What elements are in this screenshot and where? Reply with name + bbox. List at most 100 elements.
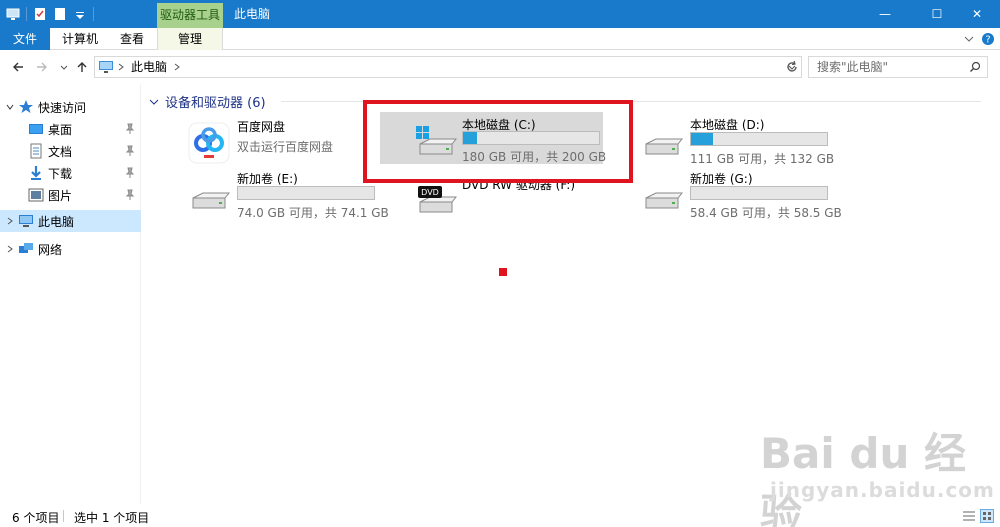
drive-f-item[interactable]: DVD DVD RW 驱动器 (F:)	[380, 176, 620, 238]
tab-file[interactable]: 文件	[0, 28, 50, 50]
pin-icon[interactable]	[125, 123, 135, 135]
watermark-url: jingyan.baidu.com	[770, 478, 995, 502]
chevron-right-icon[interactable]	[6, 245, 14, 253]
sidebar-item-quick-access[interactable]: 快速访问	[0, 96, 141, 118]
sidebar-item-this-pc[interactable]: 此电脑	[0, 210, 141, 232]
address-bar[interactable]: 此电脑	[94, 56, 802, 78]
back-button[interactable]	[10, 59, 26, 75]
navigation-pane: 快速访问 桌面 文档 下载 图片 此电脑 网络	[0, 84, 141, 504]
refresh-icon	[787, 60, 797, 72]
search-placeholder: 搜索"此电脑"	[817, 60, 889, 74]
sidebar-item-label: 图片	[48, 188, 73, 203]
baidu-netdisk-name: 百度网盘	[237, 120, 286, 134]
sidebar-item-desktop[interactable]: 桌面	[0, 118, 141, 140]
recent-locations-button[interactable]	[56, 59, 72, 75]
window-title: 此电脑	[234, 7, 271, 21]
watermark-logo: Bai du 经验	[760, 429, 966, 527]
baidu-netdisk-subtitle: 双击运行百度网盘	[237, 140, 334, 154]
search-icon[interactable]	[969, 61, 981, 73]
pin-icon[interactable]	[125, 189, 135, 201]
navigation-row: 此电脑 搜索"此电脑"	[0, 50, 1000, 84]
minimize-icon: —	[879, 7, 891, 21]
svg-text:?: ?	[985, 35, 990, 46]
download-icon	[31, 166, 41, 180]
annotation-red-dot	[499, 268, 507, 276]
expand-ribbon-icon[interactable]	[962, 32, 976, 46]
computer-icon	[99, 61, 113, 73]
sidebar-item-label: 网络	[38, 242, 63, 257]
sidebar-item-pictures[interactable]: 图片	[0, 184, 141, 206]
drive-e-item[interactable]: 新加卷 (E:) 74.0 GB 可用，共 74.1 GB	[153, 170, 393, 232]
drive-usage-bar	[690, 132, 828, 146]
desktop-icon	[29, 124, 43, 134]
drive-space-text: 58.4 GB 可用，共 58.5 GB	[690, 206, 842, 220]
tab-manage[interactable]: 管理	[157, 28, 223, 50]
hard-drive-icon	[645, 192, 684, 209]
status-separator	[63, 510, 64, 522]
tab-computer[interactable]: 计算机	[55, 28, 105, 50]
dvd-label: DVD	[421, 188, 439, 197]
hard-drive-icon	[645, 138, 684, 155]
drive-usage-bar	[690, 186, 828, 200]
sidebar-item-label: 此电脑	[38, 214, 75, 229]
drive-g-item[interactable]: 新加卷 (G:) 58.4 GB 可用，共 58.5 GB	[606, 170, 846, 232]
sidebar-item-network[interactable]: 网络	[0, 238, 141, 260]
pin-icon[interactable]	[125, 145, 135, 157]
qat-separator	[93, 7, 94, 21]
dvd-drive-icon: DVD	[418, 186, 458, 213]
back-arrow-icon	[13, 62, 23, 72]
qat-separator	[26, 7, 27, 21]
close-button[interactable]: ✕	[954, 0, 1000, 28]
chevron-down-icon	[60, 65, 68, 70]
properties-icon[interactable]	[33, 7, 47, 21]
sidebar-item-label: 桌面	[48, 122, 73, 137]
network-icon	[19, 243, 33, 253]
forward-arrow-icon	[37, 62, 47, 72]
sidebar-item-label: 快速访问	[38, 100, 87, 115]
customize-qat-icon[interactable]	[73, 7, 87, 21]
search-input[interactable]: 搜索"此电脑"	[808, 56, 988, 78]
chevron-right-icon[interactable]	[173, 63, 181, 71]
ribbon-tabs: 文件 计算机 查看 管理 ?	[0, 28, 1000, 50]
computer-icon[interactable]	[6, 7, 20, 21]
item-count: 6 个项目	[12, 511, 60, 525]
sidebar-item-label: 下载	[48, 166, 73, 181]
pictures-icon	[28, 188, 44, 202]
minimize-button[interactable]: —	[862, 0, 908, 28]
drive-tools-context-tab: 驱动器工具	[157, 3, 223, 28]
title-bar: 驱动器工具 此电脑 — ☐ ✕	[0, 0, 1000, 28]
chevron-right-icon[interactable]	[6, 217, 14, 225]
up-arrow-icon	[77, 62, 87, 72]
tab-view[interactable]: 查看	[110, 28, 154, 50]
maximize-icon: ☐	[931, 7, 943, 21]
chevron-down-icon[interactable]	[6, 103, 14, 111]
new-folder-icon[interactable]	[53, 7, 67, 21]
group-title: 设备和驱动器 (6)	[165, 96, 266, 111]
drive-space-text: 74.0 GB 可用，共 74.1 GB	[237, 206, 389, 220]
baidu-netdisk-icon	[188, 122, 230, 164]
hard-drive-icon	[192, 192, 231, 209]
chevron-right-icon[interactable]	[117, 63, 125, 71]
drive-d-item[interactable]: 本地磁盘 (D:) 111 GB 可用，共 132 GB	[606, 116, 846, 178]
up-button[interactable]	[74, 59, 90, 75]
breadcrumb[interactable]: 此电脑	[131, 57, 167, 77]
selected-count: 选中 1 个项目	[74, 511, 150, 525]
star-icon	[19, 100, 33, 113]
forward-button[interactable]	[34, 59, 50, 75]
sidebar-item-downloads[interactable]: 下载	[0, 162, 141, 184]
close-icon: ✕	[971, 7, 983, 21]
group-header[interactable]: 设备和驱动器 (6)	[149, 92, 266, 111]
annotation-highlight-box	[363, 100, 633, 183]
drive-usage-bar	[237, 186, 375, 200]
drive-usage-fill	[691, 133, 713, 145]
drive-name: 新加卷 (G:)	[690, 172, 753, 186]
computer-icon	[19, 215, 33, 227]
refresh-button[interactable]	[783, 59, 801, 75]
pin-icon[interactable]	[125, 167, 135, 179]
help-icon[interactable]: ?	[981, 32, 995, 46]
sidebar-item-label: 文档	[48, 144, 73, 159]
quick-access-toolbar	[6, 6, 94, 22]
drive-space-text: 111 GB 可用，共 132 GB	[690, 152, 835, 166]
baidu-jingyan-watermark: Bai du 经验 jingyan.baidu.com	[760, 420, 994, 527]
sidebar-item-documents[interactable]: 文档	[0, 140, 141, 162]
